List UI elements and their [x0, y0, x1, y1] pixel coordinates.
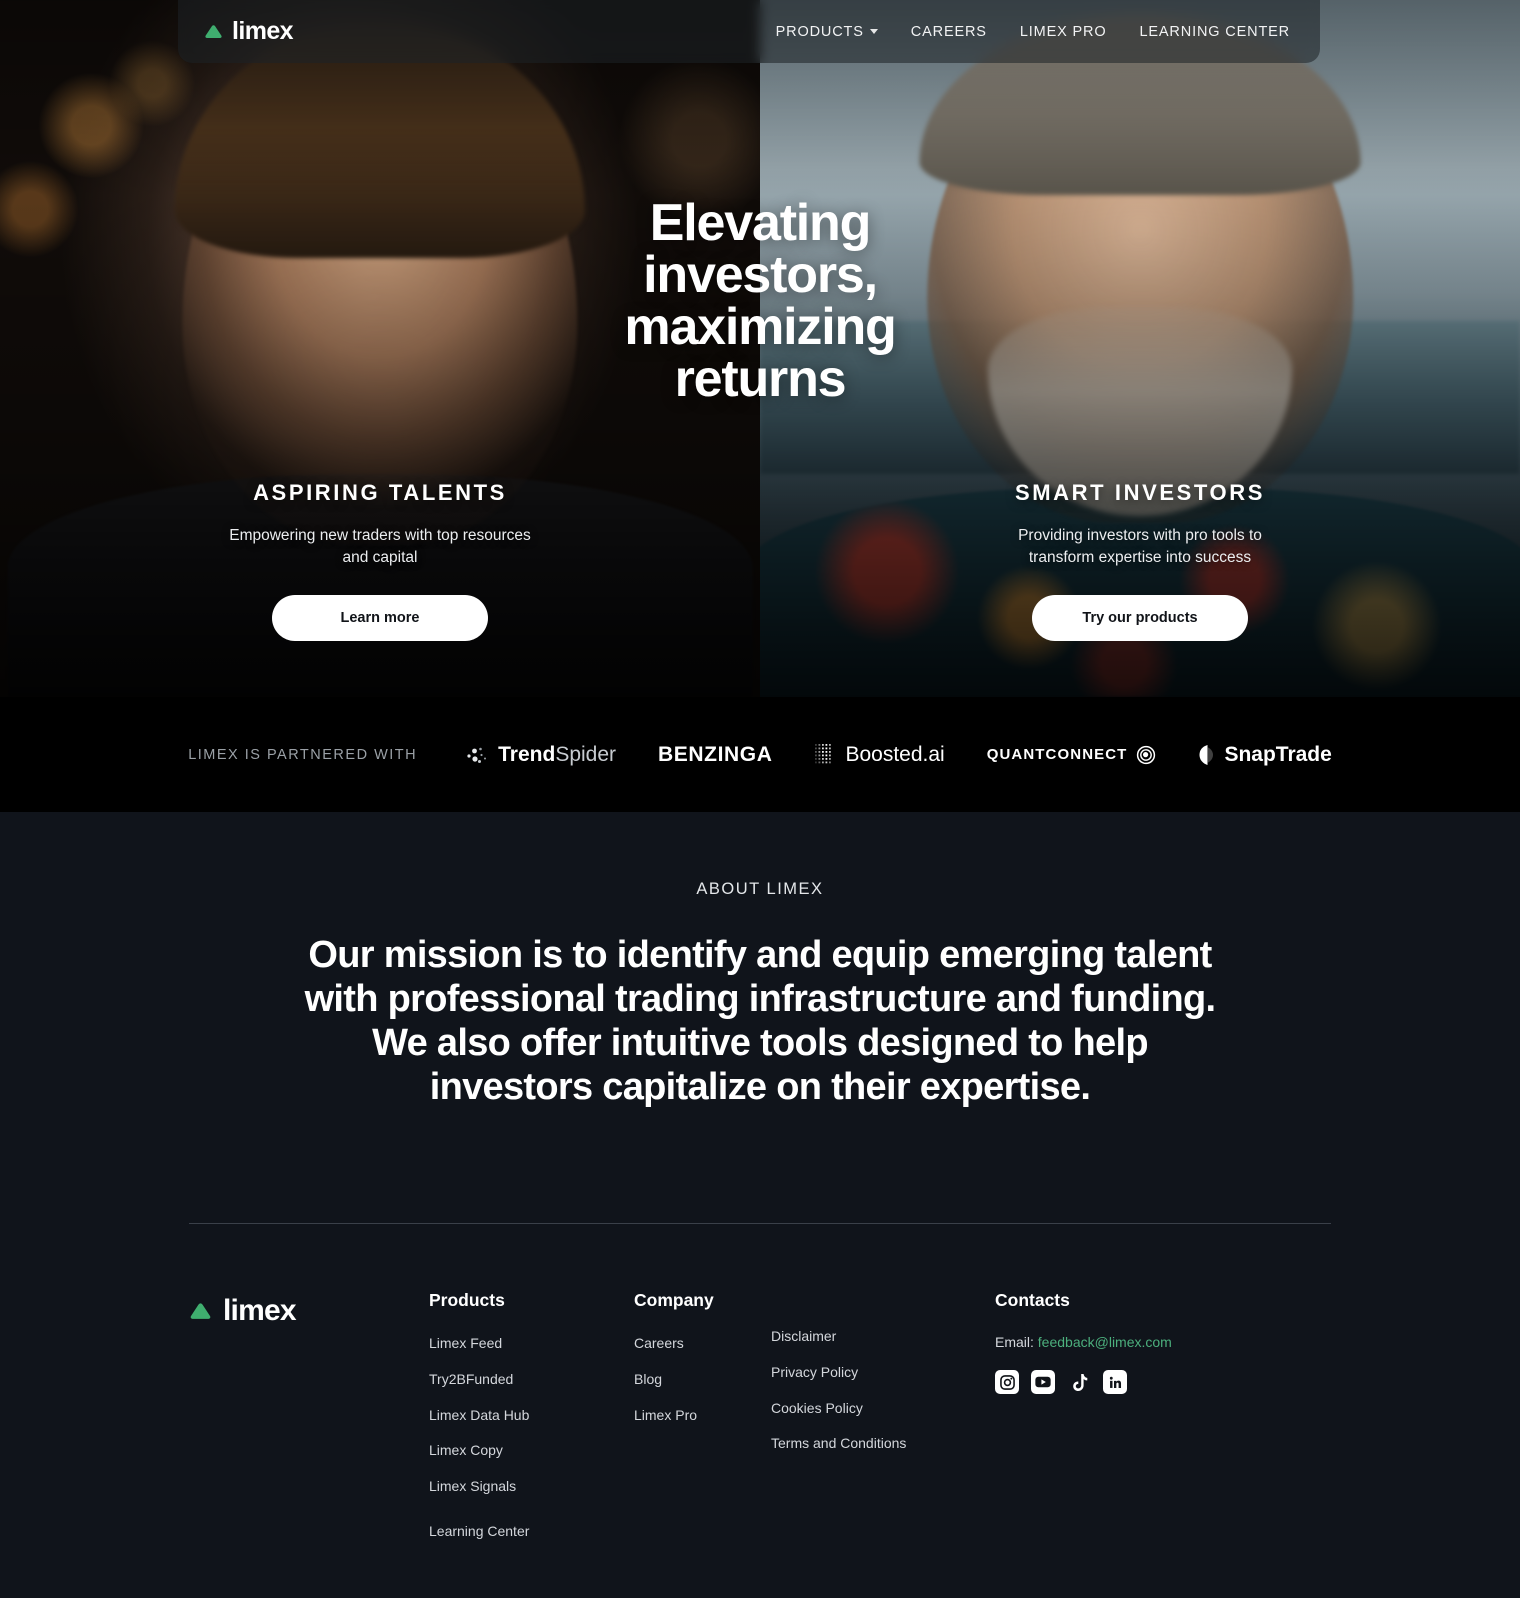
partner-benzinga-label: BENZINGA	[658, 742, 773, 766]
about-section: ABOUT LIMEX Our mission is to identify a…	[0, 812, 1520, 1225]
hero-section: limex PRODUCTS CAREERS LIMEX PRO LEARNIN…	[0, 0, 1520, 697]
footer-link-limex-data-hub[interactable]: Limex Data Hub	[429, 1406, 634, 1426]
linkedin-icon[interactable]	[1103, 1370, 1127, 1395]
tiktok-icon[interactable]	[1067, 1370, 1091, 1394]
snaptrade-icon	[1199, 744, 1214, 765]
footer-email-row: Email: feedback@limex.com	[995, 1334, 1172, 1350]
partner-quantconnect-label: QUANTCONNECT	[986, 746, 1128, 763]
partner-snaptrade-label: SnapTrade	[1224, 742, 1332, 766]
footer-link-terms-and-conditions[interactable]: Terms and Conditions	[771, 1434, 995, 1454]
about-eyebrow: ABOUT LIMEX	[696, 880, 824, 898]
footer-heading-contacts: Contacts	[995, 1290, 1070, 1311]
footer-email-link[interactable]: feedback@limex.com	[1038, 1334, 1172, 1350]
quantconnect-spiral-icon	[1137, 745, 1156, 764]
nav-item-limex-pro-label: LIMEX PRO	[1019, 23, 1107, 40]
footer-link-cookies-policy[interactable]: Cookies Policy	[771, 1399, 995, 1419]
footer-email-label: Email:	[995, 1334, 1034, 1351]
nav-item-learning-center-label: LEARNING CENTER	[1139, 23, 1290, 40]
hero-headline-line-4: returns	[674, 350, 847, 408]
learn-more-button[interactable]: Learn more	[272, 595, 488, 642]
hero-panels: ASPIRING TALENTS Empowering new traders …	[0, 480, 1520, 642]
footer-link-limex-pro[interactable]: Limex Pro	[634, 1406, 771, 1426]
panel-subtitle-aspiring-talents: Empowering new traders with top resource…	[229, 527, 531, 567]
brand-logo[interactable]: limex	[204, 17, 294, 46]
footer-link-blog[interactable]: Blog	[634, 1370, 771, 1390]
hero-panel-aspiring-talents: ASPIRING TALENTS Empowering new traders …	[0, 480, 760, 642]
footer-link-limex-feed[interactable]: Limex Feed	[429, 1334, 634, 1354]
try-our-products-button[interactable]: Try our products	[1032, 595, 1248, 642]
partner-trendspider[interactable]: TrendSpider	[465, 743, 616, 767]
nav-item-products[interactable]: PRODUCTS	[776, 24, 878, 40]
partner-benzinga[interactable]: BENZINGA	[658, 743, 772, 767]
hero-headline-line-2: investors,	[643, 246, 878, 304]
partner-quantconnect[interactable]: QUANTCONNECT	[987, 745, 1157, 765]
hero-headline: Elevating investors, maximizing returns	[0, 197, 1520, 405]
footer-social-links	[995, 1370, 1172, 1395]
hero-headline-line-3: maximizing	[624, 298, 896, 356]
partner-boosted-ai[interactable]: Boosted.ai	[814, 742, 945, 767]
partners-bar: LIMEX IS PARTNERED WITH TrendSpider BENZ…	[0, 697, 1520, 812]
footer-link-limex-copy[interactable]: Limex Copy	[429, 1441, 634, 1461]
footer-columns: limex Products Limex Feed Try2BFunded Li…	[189, 1290, 1331, 1558]
footer-heading-products: Products	[429, 1290, 505, 1311]
panel-title-smart-investors: SMART INVESTORS	[1014, 480, 1266, 505]
panel-title-aspiring-talents: ASPIRING TALENTS	[253, 480, 507, 505]
green-triangle-logo-icon	[190, 1303, 211, 1320]
footer-link-learning-center[interactable]: Learning Center	[429, 1522, 634, 1542]
partner-trendspider-label: TrendSpider	[498, 742, 617, 766]
partners-list: LIMEX IS PARTNERED WITH TrendSpider BENZ…	[188, 743, 1332, 767]
trendspider-icon	[467, 747, 487, 763]
youtube-icon[interactable]	[1031, 1370, 1055, 1395]
nav-item-careers[interactable]: CAREERS	[911, 24, 987, 40]
footer-link-try2bfunded[interactable]: Try2BFunded	[429, 1370, 634, 1390]
instagram-icon[interactable]	[995, 1370, 1019, 1395]
chevron-down-icon	[869, 29, 878, 34]
partner-boosted-ai-label: Boosted.ai	[845, 742, 945, 766]
hero-panel-smart-investors: SMART INVESTORS Providing investors with…	[760, 480, 1520, 642]
footer-link-careers[interactable]: Careers	[634, 1334, 771, 1354]
footer-link-limex-signals[interactable]: Limex Signals	[429, 1477, 634, 1497]
footer-column-products: Products Limex Feed Try2BFunded Limex Da…	[429, 1290, 634, 1558]
page-root: limex PRODUCTS CAREERS LIMEX PRO LEARNIN…	[0, 0, 1520, 1598]
nav-item-learning-center[interactable]: LEARNING CENTER	[1139, 24, 1290, 40]
panel-subtitle-smart-investors: Providing investors with pro tools to tr…	[1018, 527, 1262, 567]
footer-column-company: Company Careers Blog Limex Pro	[634, 1290, 771, 1441]
footer-logo[interactable]: limex	[189, 1294, 429, 1328]
about-mission-text: Our mission is to identify and equip eme…	[304, 934, 1217, 1109]
footer-link-disclaimer[interactable]: Disclaimer	[771, 1327, 995, 1347]
nav-item-careers-label: CAREERS	[910, 23, 987, 40]
green-triangle-logo-icon	[205, 25, 222, 38]
partners-label: LIMEX IS PARTNERED WITH	[188, 746, 418, 763]
nav-links: PRODUCTS CAREERS LIMEX PRO LEARNING CENT…	[776, 24, 1290, 40]
partner-snaptrade[interactable]: SnapTrade	[1198, 742, 1332, 767]
footer-logo-text: limex	[223, 1294, 297, 1328]
hero-headline-line-1: Elevating	[649, 194, 872, 252]
footer-link-privacy-policy[interactable]: Privacy Policy	[771, 1363, 995, 1383]
footer-brand[interactable]: limex	[189, 1290, 429, 1328]
footer: limex Products Limex Feed Try2BFunded Li…	[0, 1224, 1520, 1598]
nav-item-limex-pro[interactable]: LIMEX PRO	[1020, 24, 1107, 40]
footer-column-legal: Disclaimer Privacy Policy Cookies Policy…	[771, 1290, 995, 1469]
top-navigation-bar: limex PRODUCTS CAREERS LIMEX PRO LEARNIN…	[178, 0, 1320, 63]
boosted-ai-dotgrid-icon	[815, 743, 832, 763]
nav-item-products-label: PRODUCTS	[775, 23, 864, 40]
footer-heading-company: Company	[634, 1290, 714, 1311]
footer-column-contacts: Contacts Email: feedback@limex.com	[995, 1290, 1172, 1395]
brand-logo-text: limex	[232, 17, 294, 45]
